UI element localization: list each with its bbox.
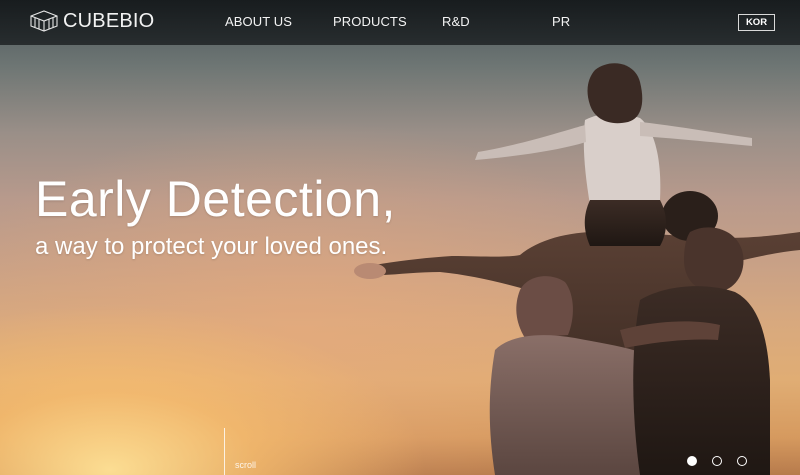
- nav-pr[interactable]: PR: [552, 14, 570, 29]
- hero-headline: Early Detection,: [35, 171, 396, 227]
- site-header: CUBEBIO ABOUT US PRODUCTS R&D PR KOR: [0, 0, 800, 45]
- logo[interactable]: CUBEBIO: [29, 10, 154, 32]
- scroll-label[interactable]: scroll: [235, 460, 256, 470]
- scroll-line: [224, 428, 225, 475]
- nav-products[interactable]: PRODUCTS: [333, 14, 407, 29]
- nav-about-us[interactable]: ABOUT US: [225, 14, 292, 29]
- slide-dot-3[interactable]: [737, 456, 747, 466]
- slide-dot-1[interactable]: [687, 456, 697, 466]
- slide-dot-2[interactable]: [712, 456, 722, 466]
- hero-subline: a way to protect your loved ones.: [35, 233, 388, 260]
- cube-logo-icon: [30, 10, 58, 32]
- nav-rnd[interactable]: R&D: [442, 14, 470, 29]
- language-button[interactable]: KOR: [738, 14, 775, 31]
- logo-text: CUBEBIO: [63, 10, 155, 32]
